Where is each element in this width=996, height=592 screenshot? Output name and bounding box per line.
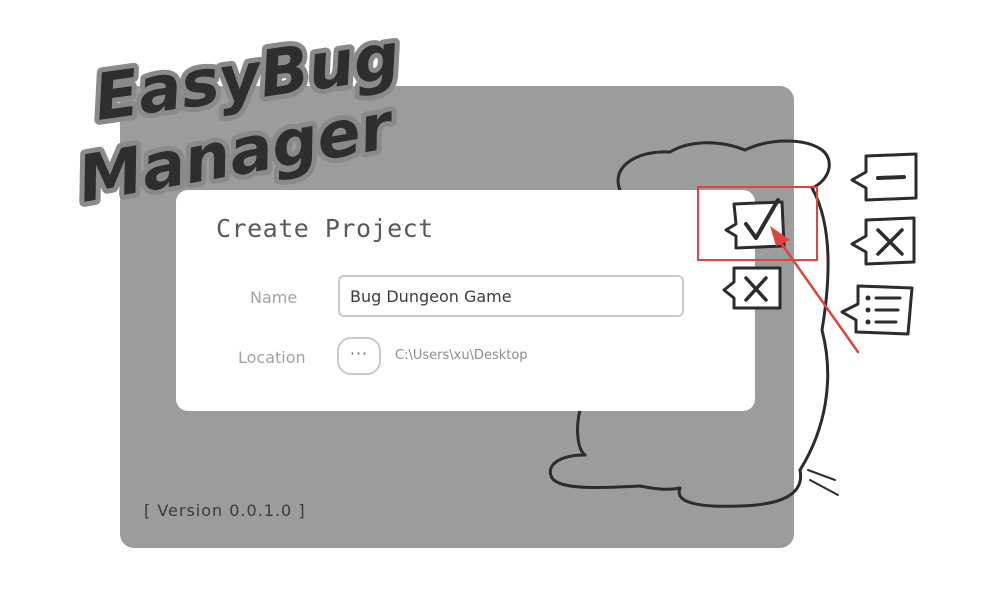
location-path: C:\Users\xu\Desktop [395, 348, 528, 363]
create-project-dialog: Create Project Name Location ··· C:\User… [176, 190, 755, 411]
minimize-icon[interactable] [846, 150, 922, 206]
annotation-highlight-box [697, 186, 818, 261]
cancel-x-icon[interactable] [720, 264, 786, 314]
name-label: Name [250, 288, 298, 307]
close-icon[interactable] [846, 214, 922, 270]
browse-location-button[interactable]: ··· [337, 337, 381, 375]
list-menu-icon[interactable] [836, 280, 916, 340]
dialog-title: Create Project [216, 214, 434, 243]
project-name-input[interactable] [338, 275, 684, 317]
version-label: [ Version 0.0.1.0 ] [144, 501, 306, 520]
location-label: Location [238, 348, 306, 367]
